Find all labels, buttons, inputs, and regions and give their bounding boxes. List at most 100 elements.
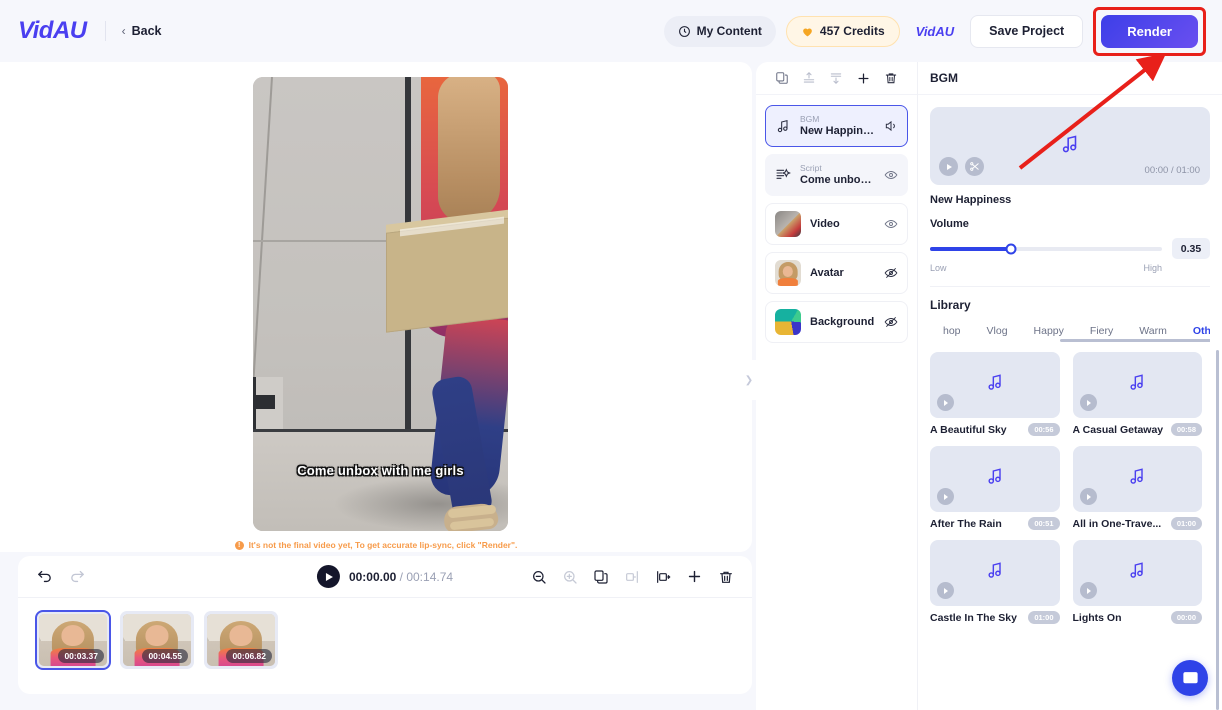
eye-off-icon[interactable] <box>884 266 898 280</box>
layer-item-video[interactable]: Video <box>765 203 908 245</box>
song-play-button[interactable] <box>1079 394 1097 411</box>
song-duration: 01:00 <box>1170 517 1202 530</box>
library-tab-vlog[interactable]: Vlog <box>974 325 1021 337</box>
library-tabs-scrollbar[interactable] <box>1060 338 1210 342</box>
bgm-track-name: New Happiness <box>930 194 1012 206</box>
eye-icon[interactable] <box>884 217 898 231</box>
send-backward-icon[interactable] <box>829 71 843 85</box>
song-card[interactable]: After The Rain 00:51 <box>930 446 1060 530</box>
clip-duration: 00:06.82 <box>226 649 272 663</box>
clip-duration: 00:04.55 <box>142 649 188 663</box>
song-thumbnail[interactable] <box>930 540 1060 606</box>
song-card[interactable]: A Beautiful Sky 00:56 <box>930 352 1060 436</box>
vidau-badge[interactable]: VidAU <box>910 24 961 39</box>
play-icon <box>944 399 949 406</box>
song-thumbnail[interactable] <box>1072 446 1202 512</box>
script-icon <box>776 168 791 179</box>
song-title: A Beautiful Sky <box>930 423 1007 436</box>
volume-slider-handle[interactable] <box>1005 243 1017 254</box>
song-play-button[interactable] <box>937 488 954 505</box>
audio-controls <box>939 157 984 176</box>
layer-text: Avatar <box>810 267 875 279</box>
audio-trim-button[interactable] <box>965 157 984 176</box>
play-icon <box>1086 399 1091 406</box>
layer-label: New Happiness <box>800 125 875 138</box>
library-scrollbar[interactable] <box>1215 350 1219 710</box>
volume-icon[interactable] <box>884 119 898 133</box>
app-logo[interactable]: VidAU <box>18 17 87 45</box>
song-title: After The Rain <box>930 517 1002 530</box>
song-play-button[interactable] <box>1079 582 1097 599</box>
song-duration: 00:58 <box>1170 423 1202 436</box>
timeline-clip[interactable]: 00:03.37 <box>35 610 111 670</box>
library-tab-fiery[interactable]: Fiery <box>1077 325 1126 337</box>
library-tab-happy[interactable]: Happy <box>1021 325 1077 337</box>
back-button[interactable]: ‹ Back <box>122 24 162 38</box>
layer-label: Video <box>810 218 840 230</box>
chat-bubble-button[interactable] <box>1172 660 1208 696</box>
song-play-button[interactable] <box>937 582 954 599</box>
playback-controls: 00:00.00 / 00:14.74 <box>316 565 453 588</box>
library-tab-warm[interactable]: Warm <box>1126 325 1180 337</box>
song-card[interactable]: Lights On 00:00 <box>1072 540 1202 624</box>
undo-icon[interactable] <box>36 568 53 585</box>
layer-item-avatar[interactable]: Avatar <box>765 252 908 294</box>
library-tab-hop[interactable]: hop <box>930 325 974 337</box>
add-icon[interactable] <box>686 568 703 585</box>
audio-waveform-card[interactable]: 00:00 / 01:00 <box>930 107 1210 185</box>
eye-off-icon[interactable] <box>884 315 898 329</box>
timeline-clip[interactable]: 00:04.55 <box>120 611 194 669</box>
song-card[interactable]: Castle In The Sky 01:00 <box>930 540 1060 624</box>
zoom-in-icon[interactable] <box>562 569 578 585</box>
library-tab-other[interactable]: Other <box>1180 325 1210 337</box>
credits-button[interactable]: 457 Credits <box>785 15 900 47</box>
redo-icon[interactable] <box>69 568 86 585</box>
preview-stage: Come unbox with me girls ! It's not the … <box>0 62 752 552</box>
audio-play-button[interactable] <box>939 157 958 176</box>
audio-timecode: 00:00 / 01:00 <box>1144 165 1200 176</box>
layer-item-bgm[interactable]: BGM New Happiness <box>765 105 908 147</box>
lipsync-warning-text: It's not the final video yet, To get acc… <box>248 540 518 550</box>
song-title: All in One-Trave... <box>1072 517 1162 530</box>
duplicate-icon[interactable] <box>593 569 609 585</box>
play-icon <box>944 587 949 594</box>
volume-slider[interactable] <box>930 243 1162 254</box>
song-card[interactable]: A Casual Getaway 00:58 <box>1072 352 1202 436</box>
panel-collapse-handle[interactable]: ❯ <box>742 360 756 400</box>
render-button[interactable]: Render <box>1101 14 1198 48</box>
layer-thumbnail <box>775 260 801 286</box>
add-layer-icon[interactable] <box>856 71 871 86</box>
split-left-icon[interactable] <box>624 569 640 585</box>
song-card[interactable]: All in One-Trave... 01:00 <box>1072 446 1202 530</box>
video-preview[interactable]: Come unbox with me girls <box>253 77 508 531</box>
history-controls <box>18 568 86 585</box>
my-content-button[interactable]: My Content <box>663 15 776 47</box>
song-thumbnail[interactable] <box>1072 352 1202 418</box>
library-title: Library <box>930 298 971 312</box>
music-note-icon <box>1130 468 1143 485</box>
song-play-button[interactable] <box>1079 488 1097 505</box>
music-note-icon <box>988 468 1001 485</box>
layer-item-script[interactable]: Script Come unbox ... <box>765 154 908 196</box>
save-project-button[interactable]: Save Project <box>970 14 1084 48</box>
top-bar-actions: My Content 457 Credits VidAU Save Projec… <box>663 6 1222 56</box>
layer-item-background[interactable]: Background <box>765 301 908 343</box>
render-highlight: Render <box>1093 6 1206 56</box>
song-thumbnail[interactable] <box>1072 540 1202 606</box>
copy-icon[interactable] <box>775 71 789 85</box>
eye-icon[interactable] <box>884 168 898 182</box>
split-right-icon[interactable] <box>655 569 671 585</box>
song-thumbnail[interactable] <box>930 446 1060 512</box>
song-play-button[interactable] <box>937 394 954 411</box>
clip-face <box>229 625 253 647</box>
chevron-left-icon: ‹ <box>121 24 126 38</box>
zoom-out-icon[interactable] <box>531 569 547 585</box>
bring-forward-icon[interactable] <box>802 71 816 85</box>
delete-layer-icon[interactable] <box>884 71 898 85</box>
song-title: A Casual Getaway <box>1072 423 1164 436</box>
play-button[interactable] <box>316 565 340 588</box>
music-note-icon <box>988 562 1001 579</box>
timeline-clip[interactable]: 00:06.82 <box>204 611 278 669</box>
song-thumbnail[interactable] <box>930 352 1060 418</box>
delete-icon[interactable] <box>718 569 734 585</box>
